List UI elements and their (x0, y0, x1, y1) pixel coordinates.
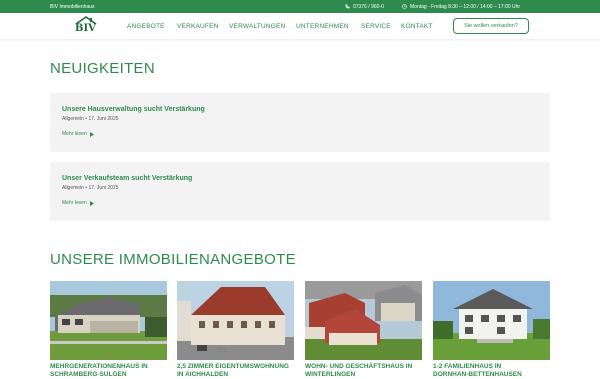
property-card[interactable]: 1-2 FAMILIENHAUS IN DORNHAN-BETTENHAUSEN (433, 281, 550, 379)
property-card[interactable]: 2,5 ZIMMER EIGENTUMSWOHNUNG IN AICHHALDE… (177, 281, 294, 379)
news-meta: Allgemein • 17. Juni 2025 (62, 116, 119, 122)
clock-icon (402, 4, 407, 9)
property-title-line2: WINTERLINGEN (305, 371, 356, 378)
offers-heading: UNSERE IMMOBILIENANGEBOTE (50, 251, 296, 268)
property-title-line1: 2,5 ZIMMER EIGENTUMSWOHNUNG (177, 363, 289, 370)
news-title[interactable]: Unser Verkaufsteam sucht Verstärkung (62, 175, 192, 182)
property-card[interactable]: WOHN- UND GESCHÄFTSHAUS IN WINTERLINGEN (305, 281, 422, 379)
topbar-brand: BIV Immobilienhaus (50, 3, 95, 10)
news-card-2[interactable]: Unser Verkaufsteam sucht Verstärkung All… (50, 162, 550, 221)
property-title-line2: IN AICHHALDEN (177, 371, 229, 378)
chevron-right-icon (89, 131, 94, 137)
phone-icon (345, 4, 350, 9)
property-title-line2: SCHRAMBERG-SULGEN (50, 371, 127, 378)
main-header: BIV ANGEBOTE VERKAUFEN VERWALTUNGEN UNTE… (0, 13, 600, 39)
nav-angebote[interactable]: ANGEBOTE (127, 23, 165, 30)
property-title[interactable]: MEHRGENERATIONENHAUS IN SCHRAMBERG-SULGE… (50, 363, 167, 379)
read-more-link[interactable]: Mehr lesen (62, 200, 94, 206)
logo-text: BIV (75, 23, 96, 34)
topbar-hours: Montag - Freitag 8:30 – 12:00 / 14:00 – … (402, 4, 520, 10)
property-title[interactable]: WOHN- UND GESCHÄFTSHAUS IN WINTERLINGEN (305, 363, 422, 379)
chevron-right-icon (89, 200, 94, 206)
property-title-line1: 1-2 FAMILIENHAUS IN (433, 363, 502, 370)
news-meta: Allgemein • 17. Juni 2025 (62, 185, 119, 191)
property-image[interactable] (50, 281, 167, 360)
property-title[interactable]: 1-2 FAMILIENHAUS IN DORNHAN-BETTENHAUSEN (433, 363, 550, 379)
property-image[interactable] (433, 281, 550, 360)
property-title-line2: DORNHAN-BETTENHAUSEN (433, 371, 522, 378)
read-more-label: Mehr lesen (62, 200, 87, 206)
sell-cta-button[interactable]: Sie wollen verkaufen? (453, 18, 529, 34)
nav-verwaltungen[interactable]: VERWALTUNGEN (229, 23, 285, 30)
read-more-label: Mehr lesen (62, 131, 87, 137)
property-title-line1: WOHN- UND GESCHÄFTSHAUS IN (305, 363, 413, 370)
nav-verkaufen[interactable]: VERKAUFEN (177, 23, 219, 30)
topbar-phone[interactable]: 07376 / 960-0 (345, 4, 384, 10)
property-photo (305, 281, 422, 360)
news-title[interactable]: Unsere Hausverwaltung sucht Verstärkung (62, 106, 205, 113)
topbar-phone-text: 07376 / 960-0 (353, 3, 384, 10)
property-photo (50, 281, 167, 360)
nav-service[interactable]: SERVICE (361, 23, 391, 30)
top-info-bar: BIV Immobilienhaus 07376 / 960-0 Montag … (0, 0, 600, 13)
property-image[interactable] (305, 281, 422, 360)
news-heading: NEUIGKEITEN (50, 60, 155, 77)
property-image[interactable] (177, 281, 294, 360)
nav-kontakt[interactable]: KONTAKT (401, 23, 433, 30)
property-title-line1: MEHRGENERATIONENHAUS IN (50, 363, 148, 370)
topbar-hours-text: Montag - Freitag 8:30 – 12:00 / 14:00 – … (410, 3, 521, 10)
read-more-link[interactable]: Mehr lesen (62, 131, 94, 137)
news-card-1[interactable]: Unsere Hausverwaltung sucht Verstärkung … (50, 93, 550, 152)
property-title[interactable]: 2,5 ZIMMER EIGENTUMSWOHNUNG IN AICHHALDE… (177, 363, 294, 379)
property-card[interactable]: MEHRGENERATIONENHAUS IN SCHRAMBERG-SULGE… (50, 281, 167, 379)
nav-unternehmen[interactable]: UNTERNEHMEN (296, 23, 349, 30)
property-photo (433, 281, 550, 360)
property-photo (177, 281, 294, 360)
logo[interactable]: BIV (74, 16, 98, 36)
